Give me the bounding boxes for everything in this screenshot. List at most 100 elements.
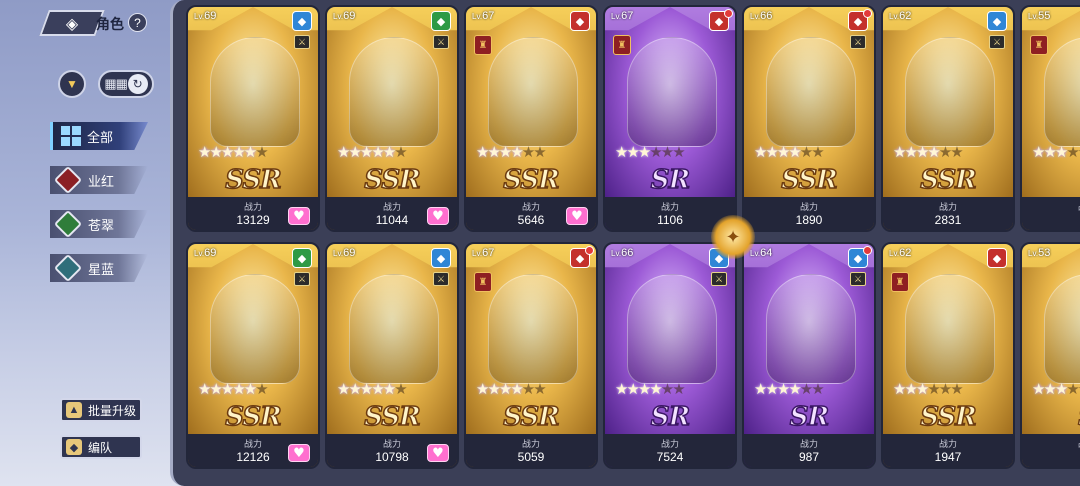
character-card[interactable]: Lv.66 ◆ ⚔ ★★★★★★ SR 战力 7524 — [603, 242, 737, 469]
character-card[interactable]: Lv.53◆⚔★★★★★★S战力80 — [1020, 242, 1080, 469]
star-rating: ★★★★★★ — [337, 380, 408, 398]
category-tab-blue[interactable]: 星蓝 — [50, 254, 148, 282]
level-label: Lv.53 — [1028, 247, 1051, 259]
power-value: 2831 — [934, 213, 962, 227]
notification-dot — [724, 9, 733, 18]
class-type-icon: ⚔ — [850, 272, 866, 286]
heart-icon[interactable]: ♥ — [288, 207, 310, 225]
power-label: 战力 — [938, 439, 957, 449]
category-label: 业红 — [88, 173, 115, 189]
character-card[interactable]: Lv.62 ◆ ⚔ ★★★★★★ SSR 战力 2831 — [881, 5, 1015, 232]
character-card[interactable]: Lv.69 ◆ ⚔ ★★★★★★ SSR 战力 10798 ♥ — [325, 242, 459, 469]
category-tab-green[interactable]: 苍翠 — [50, 210, 148, 238]
character-card[interactable]: Lv.69 ◆ ⚔ ★★★★★★ SSR 战力 12126 ♥ — [186, 242, 320, 469]
view-toggle[interactable]: ▦▦ ↻ — [98, 70, 154, 98]
blue-element-icon: ◆ — [987, 11, 1007, 31]
power-label: 战力 — [660, 439, 679, 449]
level-value: 69 — [343, 247, 356, 259]
level-label: Lv.69 — [194, 247, 217, 259]
star-rating: ★★★★★★ — [198, 380, 269, 398]
level-value: 64 — [760, 247, 773, 259]
power-value: 80 — [1022, 450, 1080, 464]
faction-emblem-icon: ♜ — [613, 35, 631, 55]
level-label: Lv.69 — [333, 10, 356, 22]
level-label: Lv.66 — [750, 10, 773, 22]
character-portrait — [627, 274, 717, 384]
red-element-icon — [53, 166, 83, 194]
rarity-badge: SR — [789, 401, 830, 433]
blue-element-icon: ◆ — [292, 11, 312, 31]
class-type-icon: ⚔ — [294, 35, 310, 49]
team-formation-label: 编队 — [88, 440, 113, 455]
rarity-badge: SSR — [780, 164, 838, 196]
class-type-icon: ⚔ — [989, 35, 1005, 49]
power-value: 1947 — [934, 450, 962, 464]
star-rating: ★★★★★★ — [337, 143, 408, 161]
category-tab-red[interactable]: 业红 — [50, 166, 148, 194]
level-value: 67 — [482, 247, 495, 259]
power-label: 战力 — [799, 202, 818, 212]
character-portrait — [766, 274, 856, 384]
character-portrait — [766, 37, 856, 147]
character-screen: ◈ 角色 ? ▼ ▦▦ ↻ 全部 业红 苍翠 星蓝 ▲ 批量升级 ◆ 编队 Lv… — [0, 0, 1080, 486]
character-card[interactable]: Lv.67 ◆ ♜ ★★★★★★ SSR 战力 5059 — [464, 242, 598, 469]
character-portrait — [488, 274, 578, 384]
team-formation-button[interactable]: ◆ 编队 — [60, 435, 142, 459]
heart-icon[interactable]: ♥ — [427, 207, 449, 225]
batch-upgrade-button[interactable]: ▲ 批量升级 — [60, 398, 142, 422]
level-value: 67 — [621, 10, 634, 22]
character-portrait — [349, 274, 439, 384]
level-label: Lv.67 — [472, 10, 495, 22]
level-value: 69 — [204, 247, 217, 259]
faction-emblem-icon: ♜ — [1030, 35, 1048, 55]
class-type-icon: ⚔ — [294, 272, 310, 286]
power-value: 5059 — [517, 450, 545, 464]
level-label: Lv.64 — [750, 247, 773, 259]
character-card[interactable]: Lv.67 ◆ ♜ ★★★★★★ SR 战力 1106 — [603, 5, 737, 232]
level-label: Lv.69 — [333, 247, 356, 259]
refresh-icon[interactable]: ↻ — [127, 74, 148, 94]
power-label: 战力 — [521, 439, 540, 449]
power-label: 战力 — [1022, 200, 1080, 213]
grid-icon[interactable]: ▦▦ — [104, 76, 128, 92]
level-value: 55 — [1038, 10, 1051, 22]
rarity-badge: SSR — [502, 401, 560, 433]
character-card[interactable]: Lv.69 ◆ ⚔ ★★★★★★ SSR 战力 13129 ♥ — [186, 5, 320, 232]
character-portrait — [488, 37, 578, 147]
heart-icon[interactable]: ♥ — [288, 444, 310, 462]
rarity-badge: S — [1022, 401, 1080, 433]
emblem-icon[interactable]: ✦ — [711, 215, 755, 259]
character-card[interactable]: Lv.69 ◆ ⚔ ★★★★★★ SSR 战力 11044 ♥ — [325, 5, 459, 232]
heart-icon[interactable]: ♥ — [427, 444, 449, 462]
character-card[interactable]: Lv.64 ◆ ⚔ ★★★★★★ SR 战力 987 — [742, 242, 876, 469]
rarity-badge: SSR — [919, 164, 977, 196]
filter-button[interactable]: ▼ — [58, 70, 86, 98]
level-label: Lv.62 — [889, 10, 912, 22]
notification-dot — [863, 246, 872, 255]
heart-icon[interactable]: ♥ — [566, 207, 588, 225]
category-tab-all[interactable]: 全部 — [50, 122, 148, 150]
blue-element-icon — [53, 254, 83, 282]
batch-upgrade-label: 批量升级 — [88, 403, 137, 418]
back-button[interactable]: ◈ — [39, 10, 105, 36]
red-element-icon: ◆ — [570, 11, 590, 31]
rarity-badge: SSR — [224, 401, 282, 433]
all-category-icon — [61, 126, 81, 146]
faction-emblem-icon: ♜ — [474, 35, 492, 55]
category-label: 星蓝 — [88, 261, 115, 277]
level-value: 69 — [343, 10, 356, 22]
character-card[interactable]: Lv.66 ◆ ⚔ ★★★★★★ SSR 战力 1890 — [742, 5, 876, 232]
power-label: 战力 — [660, 202, 679, 212]
level-value: 69 — [204, 10, 217, 22]
character-card[interactable]: Lv.67 ◆ ♜ ★★★★★★ SSR 战力 5646 ♥ — [464, 5, 598, 232]
star-rating: ★★★★★★ — [476, 380, 547, 398]
level-label: Lv.55 — [1028, 10, 1051, 22]
power-value: 7524 — [656, 450, 684, 464]
star-rating: ★★★★★★ — [1032, 143, 1080, 161]
character-card[interactable]: Lv.62 ◆ ♜ ★★★★★★ SSR 战力 1947 — [881, 242, 1015, 469]
help-icon[interactable]: ? — [128, 13, 147, 32]
faction-emblem-icon: ♜ — [891, 272, 909, 292]
character-card[interactable]: Lv.55◆♜★★★★★★战力 — [1020, 5, 1080, 232]
character-portrait — [627, 37, 717, 147]
star-rating: ★★★★★★ — [198, 143, 269, 161]
